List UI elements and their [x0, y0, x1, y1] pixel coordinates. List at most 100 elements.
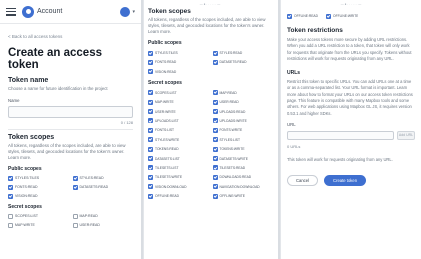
chevron-down-icon[interactable]: ▾	[132, 9, 135, 15]
scope-checkbox[interactable]: VISION:DOWNLOAD	[148, 184, 208, 190]
create-token-panel-top: Account ▾ < Back to all access tokens Cr…	[0, 0, 141, 259]
page-indicator: — ● · · · · · · —	[340, 2, 362, 6]
checkbox-checked-icon[interactable]	[212, 99, 218, 105]
menu-icon[interactable]	[6, 7, 16, 16]
avatar[interactable]	[120, 6, 131, 17]
scope-checkbox[interactable]: MAP:WRITE	[8, 222, 69, 228]
scope-checkbox[interactable]: FONTS:READ	[148, 59, 208, 65]
checkbox-checked-icon[interactable]	[148, 69, 153, 75]
scope-checkbox[interactable]: VISION:READ	[8, 193, 69, 199]
create-token-panel-bottom: — ● · · · · · · — OFFLINE:READ OFFLINE:W…	[280, 0, 421, 259]
checkbox-checked-icon[interactable]	[148, 50, 153, 56]
checkbox-checked-icon[interactable]	[212, 137, 218, 143]
scope-checkbox[interactable]: STYLES:READ	[212, 50, 273, 56]
scope-checkbox[interactable]: USER:READ	[212, 99, 273, 105]
scope-checkbox[interactable]: SCOPES:LIST	[8, 213, 69, 219]
checkbox-unchecked-icon[interactable]	[8, 222, 13, 228]
scope-checkbox[interactable]: FONTS:READ	[8, 184, 69, 190]
scope-checkbox[interactable]: DATASETS:WRITE	[212, 156, 273, 162]
public-scopes-heading: Public scopes	[8, 166, 42, 172]
checkbox-checked-icon[interactable]	[212, 146, 218, 152]
back-link[interactable]: < Back to all access tokens	[0, 24, 141, 39]
create-token-panel-middle: — ● · · · · · · — Token scopes All token…	[143, 0, 278, 259]
checkbox-checked-icon[interactable]	[148, 99, 153, 105]
scope-checkbox[interactable]: USER:WRITE	[148, 109, 208, 115]
checkbox-checked-icon[interactable]	[212, 127, 218, 133]
url-input[interactable]	[287, 130, 394, 140]
checkbox-unchecked-icon[interactable]	[72, 213, 78, 219]
add-url-button[interactable]: Add URL	[397, 130, 415, 140]
scope-checkbox[interactable]: TILESETS:LIST	[148, 165, 208, 171]
scope-checkbox[interactable]: VISION:READ	[148, 69, 208, 75]
checkbox-checked-icon[interactable]	[212, 174, 218, 180]
secret-scopes-heading: Secret scopes	[8, 204, 42, 210]
secret-scopes-list: SCOPES:LIST MAP:READ MAP:WRITE USER:READ	[8, 213, 133, 228]
checkbox-checked-icon[interactable]	[212, 165, 218, 171]
scope-checkbox[interactable]: FONTS:LIST	[148, 127, 208, 133]
cancel-button[interactable]: Cancel	[287, 174, 319, 186]
checkbox-checked-icon[interactable]	[148, 156, 153, 162]
scope-checkbox[interactable]: TOKENS:WRITE	[212, 146, 273, 152]
checkbox-checked-icon[interactable]	[148, 165, 153, 171]
create-token-button[interactable]: Create token	[324, 174, 367, 186]
checkbox-checked-icon[interactable]	[148, 90, 153, 96]
checkbox-checked-icon[interactable]	[148, 184, 153, 190]
scope-checkbox[interactable]: OFFLINE:WRITE	[326, 13, 358, 19]
checkbox-checked-icon[interactable]	[72, 175, 78, 181]
secret-scopes-heading: Secret scopes	[148, 79, 182, 86]
checkbox-checked-icon[interactable]	[148, 59, 153, 65]
checkbox-checked-icon[interactable]	[212, 90, 218, 96]
checkbox-checked-icon[interactable]	[212, 50, 218, 56]
checkbox-checked-icon[interactable]	[148, 109, 153, 115]
scope-checkbox[interactable]: MAP:WRITE	[148, 99, 208, 105]
scope-checkbox[interactable]: TILESETS:WRITE	[148, 174, 208, 180]
scope-checkbox[interactable]: STYLES:READ	[72, 175, 134, 181]
scope-checkbox[interactable]: DOWNLOADS:READ	[212, 174, 273, 180]
checkbox-unchecked-icon[interactable]	[72, 222, 78, 228]
scope-checkbox[interactable]: STYLES:WRITE	[148, 137, 208, 143]
checkbox-checked-icon[interactable]	[148, 137, 153, 143]
scope-checkbox[interactable]: NAVIGATION:DOWNLOAD	[212, 184, 273, 190]
scope-checkbox[interactable]: SCOPES:LIST	[148, 90, 208, 96]
scope-checkbox[interactable]: UPLOADS:READ	[212, 109, 273, 115]
scope-checkbox[interactable]: STYLES:TILES	[148, 50, 208, 56]
mapbox-logo-icon[interactable]	[22, 5, 34, 18]
checkbox-checked-icon[interactable]	[212, 156, 218, 162]
checkbox-checked-icon[interactable]	[148, 146, 153, 152]
checkbox-checked-icon[interactable]	[212, 109, 218, 115]
scope-checkbox[interactable]: UPLOADS:LIST	[148, 118, 208, 124]
checkbox-checked-icon[interactable]	[212, 193, 218, 199]
token-name-input[interactable]	[8, 106, 133, 118]
checkbox-checked-icon[interactable]	[8, 175, 13, 181]
scope-checkbox[interactable]: OFFLINE:READ	[148, 193, 208, 199]
scope-checkbox[interactable]: FONTS:WRITE	[212, 127, 273, 133]
scope-checkbox[interactable]: OFFLINE:READ	[287, 13, 318, 19]
scope-checkbox[interactable]: DATASETS:LIST	[148, 156, 208, 162]
checkbox-checked-icon[interactable]	[326, 13, 331, 19]
scope-checkbox[interactable]: OFFLINE:WRITE	[212, 193, 273, 199]
scope-checkbox[interactable]: UPLOADS:WRITE	[212, 118, 273, 124]
checkbox-checked-icon[interactable]	[148, 174, 153, 180]
scope-checkbox[interactable]: TOKENS:READ	[148, 146, 208, 152]
scope-checkbox[interactable]: MAP:READ	[72, 213, 134, 219]
checkbox-checked-icon[interactable]	[148, 193, 153, 199]
checkbox-checked-icon[interactable]	[72, 184, 78, 190]
checkbox-checked-icon[interactable]	[287, 13, 292, 19]
checkbox-unchecked-icon[interactable]	[8, 213, 13, 219]
scope-checkbox[interactable]: USER:READ	[72, 222, 134, 228]
scope-checkbox[interactable]: STYLES:TILES	[8, 175, 69, 181]
scope-checkbox[interactable]: MAP:READ	[212, 90, 273, 96]
scope-checkbox[interactable]: DATASETS:READ	[212, 59, 273, 65]
scope-checkbox[interactable]: STYLES:LIST	[212, 137, 273, 143]
scope-checkbox[interactable]: DATASETS:READ	[72, 184, 134, 190]
page-title: Create an access token	[8, 47, 102, 71]
checkbox-checked-icon[interactable]	[148, 127, 153, 133]
checkbox-checked-icon[interactable]	[212, 59, 218, 65]
checkbox-checked-icon[interactable]	[148, 118, 153, 124]
checkbox-checked-icon[interactable]	[212, 118, 218, 124]
checkbox-checked-icon[interactable]	[8, 184, 13, 190]
token-scopes-heading: Token scopes	[8, 134, 55, 141]
scope-checkbox[interactable]: TILESETS:READ	[212, 165, 273, 171]
checkbox-checked-icon[interactable]	[8, 193, 13, 199]
checkbox-checked-icon[interactable]	[212, 184, 218, 190]
